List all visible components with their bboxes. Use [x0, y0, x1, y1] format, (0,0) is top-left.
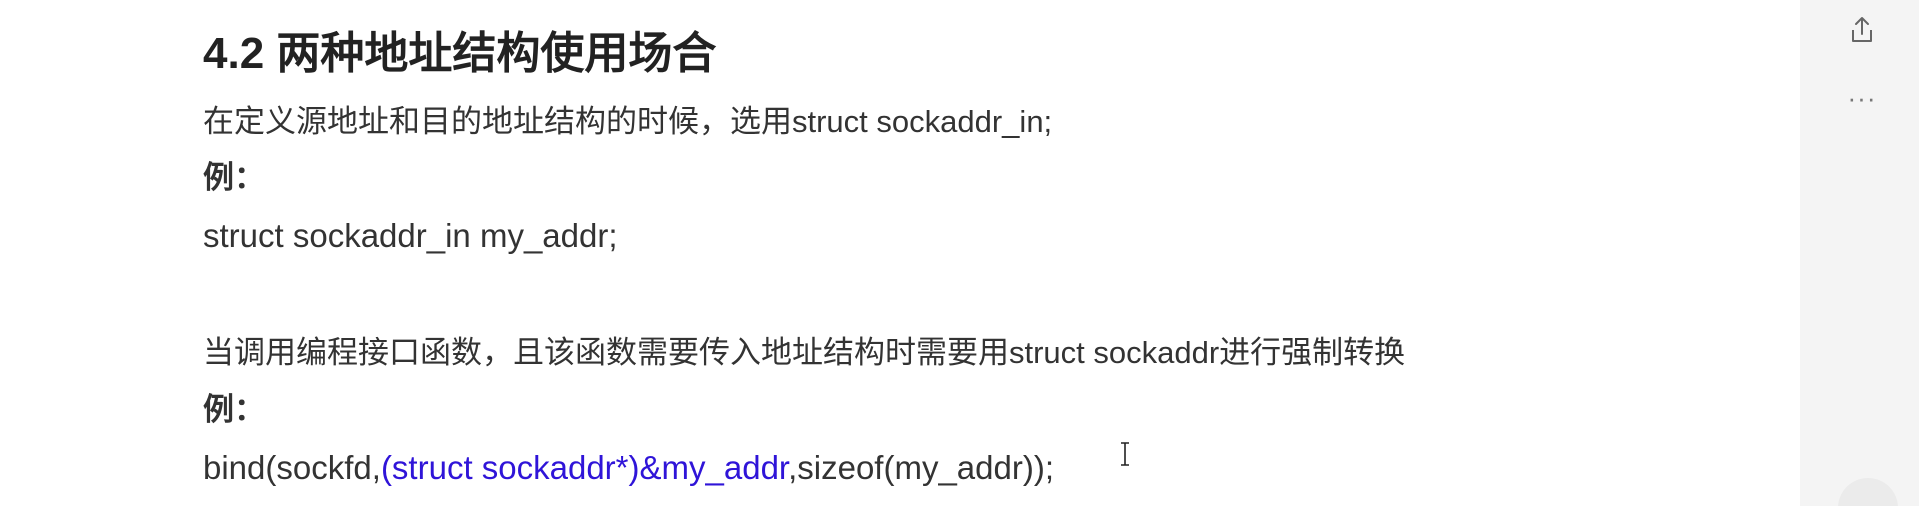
code-cast-highlight: (struct sockaddr*)&my_addr — [380, 449, 789, 486]
code-bind-suffix: ,sizeof(my_addr)); — [788, 449, 1054, 486]
article-panel: 4.2 两种地址结构使用场合 在定义源地址和目的地址结构的时候，选用struct… — [0, 0, 1800, 506]
paragraph-sockaddr-in: 在定义源地址和目的地址结构的时候，选用struct sockaddr_in; — [203, 104, 1053, 139]
share-icon — [1852, 17, 1872, 42]
section-heading: 4.2 两种地址结构使用场合 — [203, 29, 717, 78]
example-label: 例： — [203, 160, 265, 195]
paragraph-sockaddr-cast: 当调用编程接口函数，且该函数需要传入地址结构时需要用struct sockadd… — [203, 335, 1406, 370]
example-label: 例： — [203, 392, 265, 427]
text-cursor-icon — [1121, 442, 1129, 466]
side-rail: ··· — [1800, 0, 1919, 506]
code-line-declaration: struct sockaddr_in my_addr; — [203, 217, 618, 254]
share-button[interactable] — [1842, 10, 1882, 50]
code-bind-prefix: bind(sockfd, — [203, 449, 381, 486]
code-line-bind: bind(sockfd,(struct sockaddr*)&my_addr,s… — [203, 448, 1054, 488]
more-options-button[interactable]: ··· — [1842, 78, 1882, 118]
